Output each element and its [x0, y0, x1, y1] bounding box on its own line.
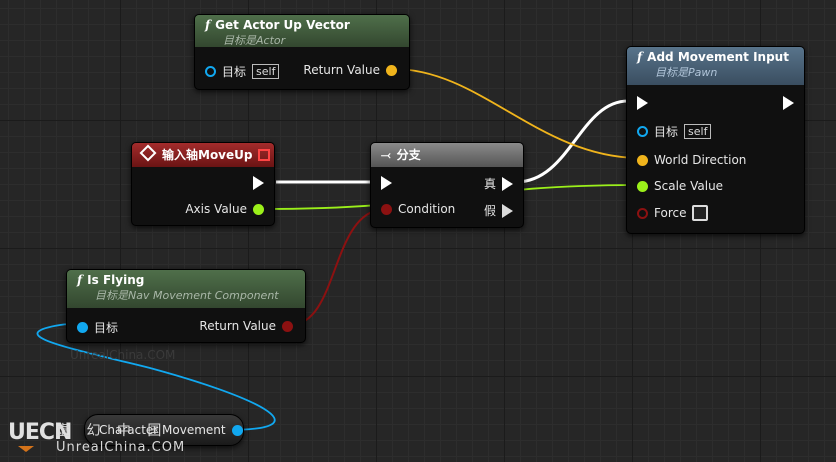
exec-true-pin[interactable]	[502, 176, 513, 191]
pin-label-axis-value: Axis Value	[185, 202, 247, 216]
node-title: Add Movement Input	[647, 50, 789, 64]
return-value-pin[interactable]	[386, 64, 397, 76]
function-icon: f	[205, 18, 211, 32]
scale-value-pin[interactable]	[637, 180, 648, 192]
exec-false-pin[interactable]	[502, 203, 513, 218]
node-title: Is Flying	[87, 273, 145, 287]
pin-label-condition: Condition	[398, 202, 456, 216]
pin-label-force: Force	[654, 206, 687, 220]
exec-wire-branch-to-add-movement[interactable]	[515, 99, 629, 184]
node-header[interactable]: 输入轴MoveUp	[132, 143, 274, 167]
node-title: 分支	[396, 148, 421, 162]
axis-value-pin[interactable]	[253, 203, 264, 215]
self-value: self	[684, 124, 712, 139]
event-diamond-icon	[139, 144, 157, 162]
delegate-pin-icon[interactable]	[258, 149, 270, 161]
node-header[interactable]: ⤙ 分支	[371, 143, 523, 167]
target-prefix: 目标是	[223, 34, 256, 47]
node-title: Get Actor Up Vector	[215, 18, 350, 32]
self-value: self	[252, 64, 280, 79]
node-header[interactable]: f Get Actor Up Vector 目标是Actor	[195, 15, 409, 47]
branch-icon: ⤙	[381, 148, 391, 162]
pin-label-scale-value: Scale Value	[654, 179, 724, 193]
node-title: 输入轴MoveUp	[162, 148, 253, 162]
get-actor-up-vector-node[interactable]: f Get Actor Up Vector 目标是Actor 目标 self Re…	[194, 14, 410, 90]
target-pin[interactable]	[637, 126, 648, 137]
target-pin[interactable]	[77, 322, 88, 333]
return-value-pin[interactable]	[282, 320, 293, 332]
logo-mark-icon	[18, 446, 34, 452]
exec-out-pin[interactable]	[783, 96, 794, 110]
branch-node[interactable]: ⤙ 分支 真 Condition 假	[370, 142, 524, 228]
force-pin[interactable]	[637, 207, 648, 219]
pin-label-target: 目标	[654, 125, 679, 139]
world-direction-pin[interactable]	[637, 154, 648, 166]
faint-watermark: UnrealChina.COM	[70, 348, 176, 362]
is-flying-node[interactable]: f Is Flying 目标是Nav Movement Component 目标 …	[66, 269, 306, 343]
character-movement-out-pin[interactable]	[231, 424, 243, 436]
node-header[interactable]: f Is Flying 目标是Nav Movement Component	[67, 270, 305, 308]
target-pin[interactable]	[205, 66, 216, 77]
exec-in-pin[interactable]	[637, 96, 648, 110]
target-prefix: 目标是	[95, 289, 128, 302]
force-checkbox[interactable]	[692, 205, 709, 221]
pin-label-world-direction: World Direction	[654, 153, 747, 167]
pin-label-false: 假	[483, 204, 496, 218]
function-icon: f	[77, 273, 83, 287]
target-class: Pawn	[688, 66, 718, 79]
pin-label-return: Return Value	[199, 319, 276, 333]
function-icon: f	[637, 50, 643, 64]
exec-in-pin[interactable]	[381, 176, 392, 190]
exec-out-pin[interactable]	[253, 176, 264, 190]
add-movement-input-node[interactable]: f Add Movement Input 目标是Pawn 目标 self Worl…	[626, 46, 805, 234]
target-class: Actor	[256, 34, 286, 47]
watermark-chinese: 虚 幻 中 国	[56, 423, 168, 439]
watermark-url: UnrealChina.COM	[56, 440, 186, 455]
pin-label-true: 真	[483, 177, 496, 191]
pin-label-return: Return Value	[303, 63, 380, 77]
pin-label-target: 目标	[94, 321, 119, 335]
node-header[interactable]: f Add Movement Input 目标是Pawn	[627, 47, 804, 85]
target-prefix: 目标是	[655, 66, 688, 79]
condition-pin[interactable]	[381, 203, 392, 215]
input-axis-moveup-node[interactable]: 输入轴MoveUp Axis Value	[131, 142, 275, 226]
pin-label-target: 目标	[222, 65, 247, 79]
target-class: Nav Movement Component	[128, 289, 279, 302]
